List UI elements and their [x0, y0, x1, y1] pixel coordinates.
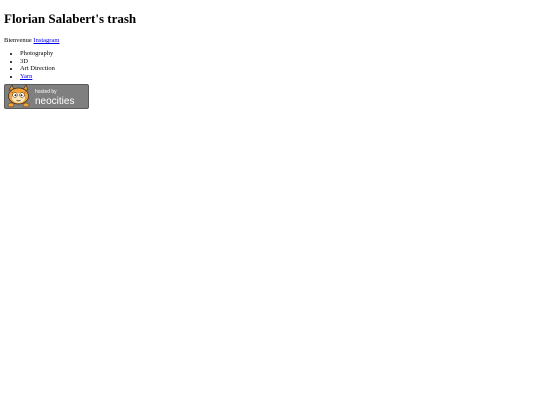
badge-hosted-by-text: hosted by: [35, 89, 57, 95]
page-title: Florian Salabert's trash: [4, 11, 137, 26]
list-item-yarn: Yarn: [20, 73, 536, 81]
badge-neocities-text: neocities: [35, 96, 74, 107]
list-item-art-direction: Art Direction: [20, 65, 536, 73]
neocities-badge-graphic: hosted by neocities: [4, 84, 89, 110]
list-item-3d: 3D: [20, 58, 536, 66]
page-content: Florian Salabert's trash Bienvenue Insta…: [0, 0, 540, 110]
intro-paragraph: Bienvenue Instagram: [4, 37, 536, 45]
instagram-link[interactable]: Instagram: [33, 37, 59, 44]
category-list: Photography 3D Art Direction Yarn: [4, 50, 536, 80]
intro-text: Bienvenue: [4, 37, 32, 44]
yarn-link[interactable]: Yarn: [20, 73, 32, 80]
list-item-photography: Photography: [20, 50, 536, 58]
neocities-cat-logo-icon: [7, 84, 30, 108]
neocities-badge[interactable]: hosted by neocities: [4, 84, 89, 110]
